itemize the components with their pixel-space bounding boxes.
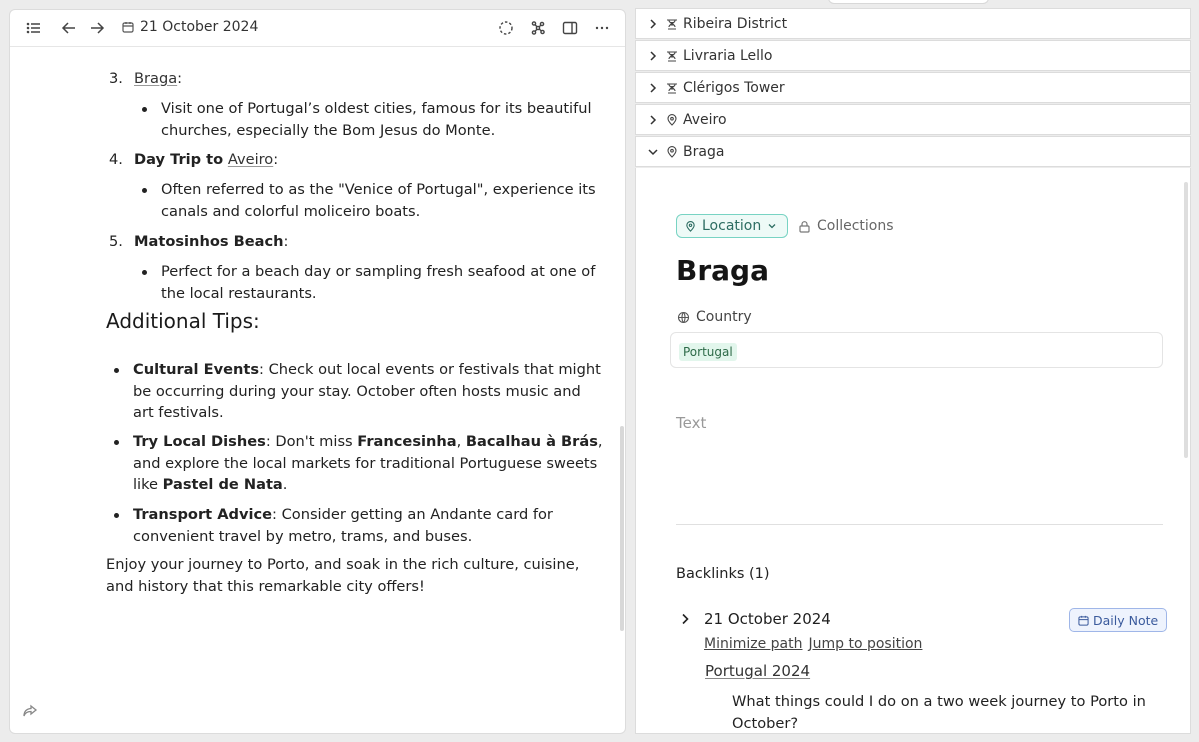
item-title: Day Trip to: [134, 151, 224, 168]
landmark-icon: [667, 50, 677, 62]
landmark-icon: [667, 82, 677, 94]
list-item: Try Local Dishes: Don't miss Francesinha…: [114, 431, 603, 496]
chevron-right-icon[interactable]: [678, 612, 692, 626]
item-suffix: :: [177, 70, 183, 87]
chevron-right-icon[interactable]: [646, 49, 660, 63]
forward-arrow-icon[interactable]: [87, 18, 107, 38]
sidebar-icon[interactable]: [560, 18, 580, 38]
tree-row-label: Livraria Lello: [683, 47, 773, 64]
location-tag-label: Location: [702, 218, 762, 234]
list-icon[interactable]: [24, 18, 44, 38]
country-label: Country: [696, 309, 752, 325]
backlink-note-title[interactable]: 21 October 2024: [704, 610, 831, 628]
dish-name: Pastel de Nata: [162, 476, 283, 493]
location-pin-icon: [667, 113, 677, 126]
detail-scrollbar[interactable]: [1184, 182, 1188, 458]
divider: [676, 524, 1163, 525]
tree-row-ribeira-district[interactable]: Ribeira District: [635, 8, 1191, 39]
back-arrow-icon[interactable]: [59, 18, 79, 38]
graph-icon[interactable]: [528, 18, 548, 38]
editor-toolbar: 21 October 2024: [10, 10, 625, 47]
minimize-path-link[interactable]: Minimize path: [704, 636, 803, 652]
braga-detail: Location Collections Braga Country Portu…: [635, 168, 1191, 734]
item-suffix: :: [283, 233, 289, 250]
list-item: Perfect for a beach day or sampling fres…: [142, 261, 601, 304]
chevron-down-icon: [768, 224, 776, 229]
globe-icon: [677, 311, 690, 323]
list-number: 4.: [109, 151, 123, 168]
country-field[interactable]: Portugal: [670, 332, 1163, 368]
dish-name: Francesinha: [357, 433, 457, 450]
collections-label: Collections: [817, 218, 894, 234]
tree-row-clerigos-tower[interactable]: Clérigos Tower: [635, 72, 1191, 103]
note-date-label: 21 October 2024: [140, 19, 259, 35]
tip-title: Cultural Events: [133, 361, 260, 378]
note-date[interactable]: 21 October 2024: [122, 19, 258, 35]
chevron-right-icon[interactable]: [646, 17, 660, 31]
tree-row-livraria-lello[interactable]: Livraria Lello: [635, 40, 1191, 71]
braga-link[interactable]: Braga: [134, 70, 177, 87]
collections-button[interactable]: Collections: [798, 218, 894, 234]
bullet-text: Perfect for a beach day or sampling fres…: [161, 263, 596, 302]
aveiro-link[interactable]: Aveiro: [228, 151, 273, 168]
item-suffix: :: [273, 151, 279, 168]
landmark-icon: [667, 18, 677, 30]
location-tag-dropdown[interactable]: Location: [676, 214, 789, 238]
calendar-icon: [1078, 615, 1089, 626]
backlink-context-text: What things could I do on a two week jou…: [732, 693, 1146, 732]
backlink-actions: Minimize path Jump to position: [704, 636, 922, 652]
tip-text: .: [282, 476, 288, 493]
list-item: Transport Advice: Consider getting an An…: [114, 504, 603, 547]
tip-text: : Don't miss: [265, 433, 358, 450]
item-title: Matosinhos Beach: [134, 233, 284, 250]
dish-name: Bacalhau à Brás: [465, 433, 598, 450]
text-field-placeholder[interactable]: Text: [676, 414, 706, 432]
share-icon[interactable]: [22, 703, 38, 719]
closing-paragraph: Enjoy your journey to Porto, and soak in…: [106, 556, 580, 595]
location-pin-icon: [686, 220, 695, 232]
chevron-right-icon[interactable]: [646, 113, 660, 127]
tree-row-label: Ribeira District: [683, 15, 788, 32]
page-title[interactable]: Braga: [676, 254, 769, 287]
list-number: 5.: [109, 233, 123, 250]
more-icon[interactable]: [592, 18, 612, 38]
tree-row-label: Braga: [683, 143, 725, 160]
list-item: Often referred to as the "Venice of Port…: [142, 179, 601, 222]
bullet-text: Visit one of Portugal’s oldest cities, f…: [161, 100, 592, 139]
country-property: Country: [677, 309, 752, 325]
note-body[interactable]: 3. Braga: Visit one of Portugal’s oldest…: [10, 47, 625, 733]
tip-title: Transport Advice: [133, 506, 273, 523]
backlinks-heading: Backlinks (1): [676, 566, 770, 582]
note-editor-panel: 21 October 2024 3. Braga: Visit one of P…: [9, 9, 626, 734]
calendar-icon: [122, 21, 134, 33]
list-item: Cultural Events: Check out local events …: [114, 359, 603, 424]
collection-panel: Ribeira District Livraria Lello Clérigos…: [635, 0, 1191, 734]
jump-to-position-link[interactable]: Jump to position: [809, 636, 923, 652]
lock-icon: [799, 220, 810, 233]
tree-row-aveiro[interactable]: Aveiro: [635, 104, 1191, 135]
tree-row-braga[interactable]: Braga: [635, 136, 1191, 167]
focus-circle-icon[interactable]: [496, 18, 516, 38]
tips-heading: Additional Tips:: [106, 309, 260, 333]
bullet-text: Often referred to as the "Venice of Port…: [161, 181, 596, 220]
editor-scrollbar[interactable]: [620, 426, 624, 631]
chevron-right-icon[interactable]: [646, 81, 660, 95]
daily-note-label: Daily Note: [1093, 612, 1159, 628]
daily-note-badge[interactable]: Daily Note: [1069, 608, 1168, 632]
country-tag[interactable]: Portugal: [679, 343, 737, 361]
list-item: Visit one of Portugal’s oldest cities, f…: [142, 98, 601, 141]
chevron-down-icon[interactable]: [646, 145, 660, 159]
location-pin-icon: [667, 145, 677, 158]
tip-text: ,: [456, 433, 466, 450]
list-number: 3.: [109, 70, 123, 87]
tree-row-label: Clérigos Tower: [683, 79, 785, 96]
tip-title: Try Local Dishes: [133, 433, 266, 450]
tree-row-label: Aveiro: [683, 111, 727, 128]
portugal-2024-link[interactable]: Portugal 2024: [705, 662, 810, 680]
